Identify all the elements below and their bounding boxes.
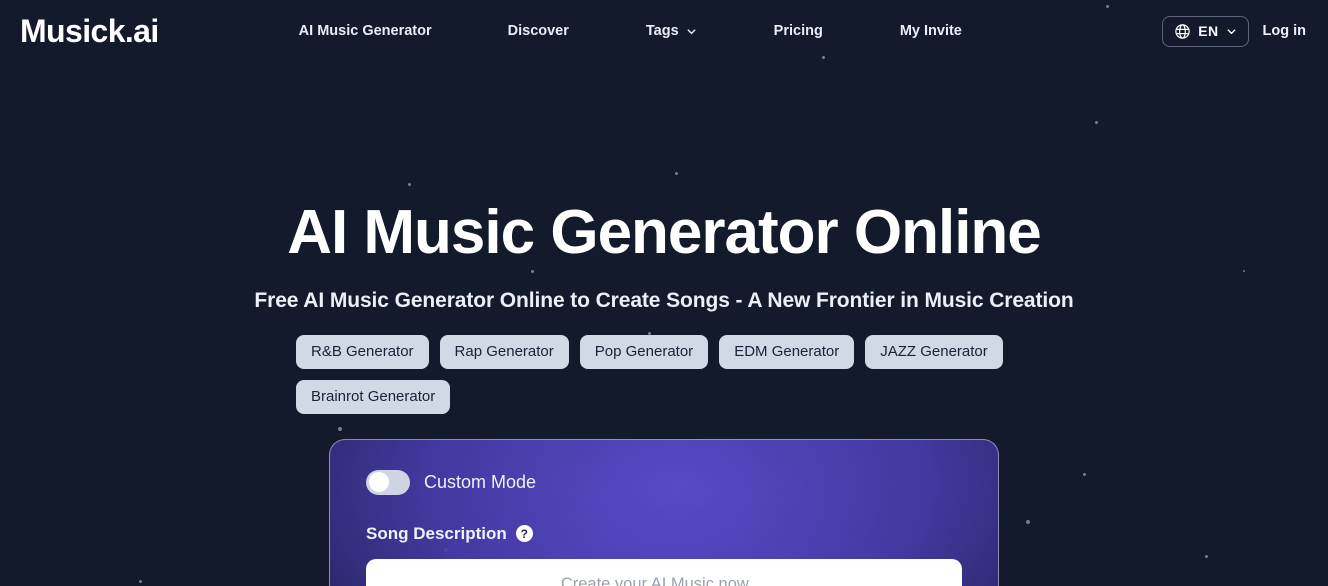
nav-item-discover[interactable]: Discover [498, 17, 579, 45]
music-generator-card: Custom Mode Song Description ? Create yo… [329, 438, 999, 586]
genre-chip-list: R&B Generator Rap Generator Pop Generato… [296, 334, 1032, 414]
toggle-knob [368, 472, 389, 493]
header-actions: EN Log in [1162, 15, 1307, 47]
nav-item-pricing[interactable]: Pricing [764, 17, 833, 45]
genre-chip-jazz[interactable]: JAZZ Generator [865, 334, 1003, 369]
genre-chip-rnb[interactable]: R&B Generator [296, 334, 429, 369]
help-circle-icon[interactable]: ? [515, 525, 533, 543]
nav-item-ai-music-generator[interactable]: AI Music Generator [289, 17, 442, 45]
song-description-input[interactable]: Create your AI Music now ... [366, 558, 962, 586]
page-subtitle: Free AI Music Generator Online to Create… [254, 288, 1074, 312]
globe-icon [1174, 23, 1191, 40]
custom-mode-label: Custom Mode [424, 471, 537, 492]
nav-item-label: Pricing [773, 23, 823, 39]
login-button[interactable]: Log in [1263, 23, 1307, 39]
genre-chip-rap[interactable]: Rap Generator [439, 334, 569, 369]
nav-item-label: AI Music Generator [298, 23, 432, 39]
song-description-label: Song Description [366, 523, 507, 543]
genre-chip-brainrot[interactable]: Brainrot Generator [296, 379, 451, 414]
chevron-down-icon [1226, 26, 1237, 37]
brand-logo[interactable]: Musick.ai [20, 15, 159, 47]
nav-item-my-invite[interactable]: My Invite [890, 17, 972, 45]
site-header: Musick.ai AI Music Generator Discover Ta… [0, 0, 1328, 62]
nav-item-label: Discover [507, 23, 569, 39]
language-selector[interactable]: EN [1162, 15, 1249, 47]
language-code: EN [1198, 23, 1219, 39]
chevron-down-icon [686, 26, 697, 37]
page-title: AI Music Generator Online [287, 198, 1042, 267]
nav-item-label: Tags [645, 23, 679, 39]
custom-mode-toggle[interactable] [366, 469, 410, 495]
nav-item-tags[interactable]: Tags [636, 17, 707, 45]
main-navigation: AI Music Generator Discover Tags Pricing… [231, 17, 972, 45]
genre-chip-edm[interactable]: EDM Generator [719, 334, 855, 369]
custom-mode-row: Custom Mode [366, 469, 962, 495]
page-root: Musick.ai AI Music Generator Discover Ta… [0, 0, 1328, 586]
nav-item-label: My Invite [899, 23, 962, 39]
song-description-placeholder: Create your AI Music now ... [560, 574, 768, 586]
hero-section: AI Music Generator Online Free AI Music … [0, 62, 1328, 586]
genre-chip-pop[interactable]: Pop Generator [579, 334, 709, 369]
song-description-label-row: Song Description ? [366, 524, 962, 544]
